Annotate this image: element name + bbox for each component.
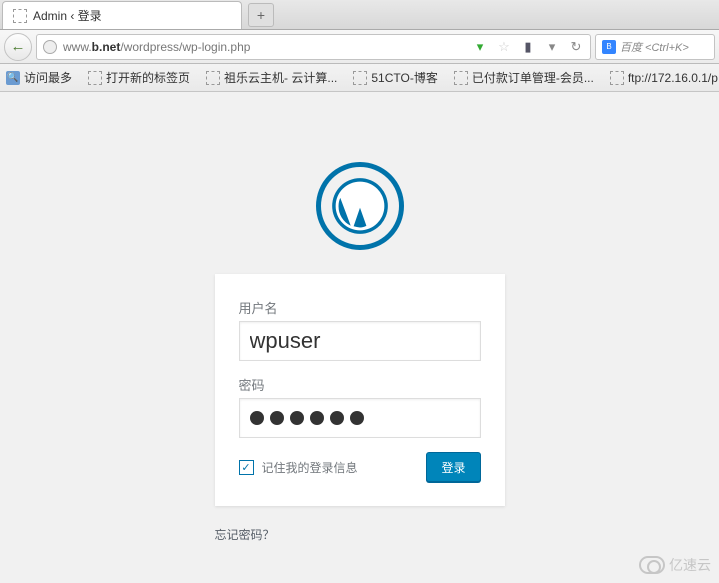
dropdown-icon[interactable]: ▾ [544, 39, 560, 55]
page-icon [13, 9, 27, 23]
username-input[interactable] [239, 321, 481, 361]
browser-tab-active[interactable]: Admin ‹ 登录 [2, 1, 242, 29]
bookmark-item[interactable]: 祖乐云主机- 云计算... [206, 69, 337, 86]
search-placeholder: 百度 <Ctrl+K> [620, 39, 689, 55]
login-form: 用户名 密码 ✓ 记住我的登录信息 登录 [215, 274, 505, 506]
new-tab-button[interactable]: + [248, 3, 274, 27]
page-icon [88, 71, 102, 85]
password-label: 密码 [239, 375, 481, 394]
login-button[interactable]: 登录 [426, 452, 480, 482]
bookmark-item[interactable]: 已付款订单管理-会员... [454, 69, 594, 86]
page-icon [206, 71, 220, 85]
page-icon [353, 71, 367, 85]
device-icon[interactable]: ▮ [520, 39, 536, 55]
remember-checkbox-label[interactable]: ✓ 记住我的登录信息 [239, 459, 358, 476]
checkbox-checked-icon: ✓ [239, 460, 254, 475]
page-content: 用户名 密码 ✓ 记住我的登录信息 登录 忘记密码？ 亿速云 [0, 92, 719, 583]
back-button[interactable]: ← [4, 33, 32, 61]
browser-tab-strip: Admin ‹ 登录 + [0, 0, 719, 30]
username-label: 用户名 [239, 298, 481, 317]
page-icon [610, 71, 624, 85]
password-input[interactable] [239, 398, 481, 438]
address-bar[interactable]: www.b.net/wordpress/wp-login.php ▾ ☆ ▮ ▾… [36, 34, 591, 60]
forgot-password-link[interactable]: 忘记密码？ [215, 526, 505, 543]
reload-icon[interactable]: ↻ [568, 39, 584, 55]
bookmark-item[interactable]: ftp://172.16.0.1/p [610, 71, 718, 85]
bookmark-item[interactable]: 打开新的标签页 [88, 69, 190, 86]
url-text: www.b.net/wordpress/wp-login.php [63, 40, 466, 54]
page-icon [454, 71, 468, 85]
watermark-logo-icon [639, 556, 665, 574]
bookmarks-toolbar: 🔍访问最多 打开新的标签页 祖乐云主机- 云计算... 51CTO-博客 已付款… [0, 64, 719, 92]
tab-title: Admin ‹ 登录 [33, 7, 102, 24]
star-icon[interactable]: ☆ [496, 39, 512, 55]
wordpress-logo[interactable] [316, 162, 404, 250]
down-arrow-icon[interactable]: ▾ [472, 39, 488, 55]
baidu-icon: B [602, 40, 616, 54]
bookmark-item[interactable]: 51CTO-博客 [353, 69, 437, 86]
watermark: 亿速云 [639, 555, 711, 575]
globe-icon [43, 40, 57, 54]
browser-nav-bar: ← www.b.net/wordpress/wp-login.php ▾ ☆ ▮… [0, 30, 719, 64]
remember-text: 记住我的登录信息 [262, 459, 358, 476]
bookmark-item[interactable]: 🔍访问最多 [6, 69, 72, 86]
search-icon: 🔍 [6, 71, 20, 85]
search-box[interactable]: B 百度 <Ctrl+K> [595, 34, 715, 60]
wordpress-icon [331, 177, 389, 235]
